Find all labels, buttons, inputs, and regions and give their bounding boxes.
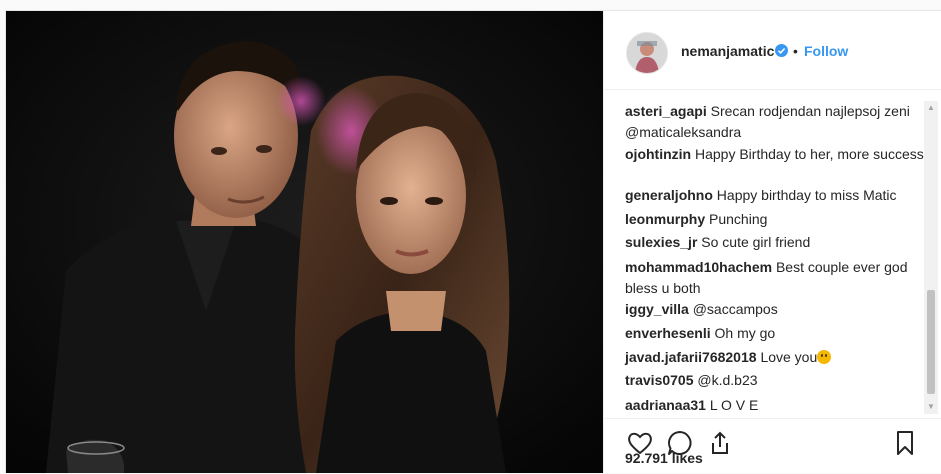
comment-text: Love you	[760, 349, 818, 365]
comment-username[interactable]: mohammad10hachem	[625, 259, 772, 275]
blushing-face-emoji-icon	[817, 350, 832, 364]
comment-item: mohammad10hachem Best couple ever god bl…	[625, 257, 925, 299]
comment-username[interactable]: ojohtinzin	[625, 146, 691, 162]
comment-username[interactable]: iggy_villa	[625, 301, 689, 317]
username-link[interactable]: nemanjamatic	[681, 43, 774, 59]
comments-list[interactable]: asteri_agapi Srecan rodjendan najlepsoj …	[604, 91, 941, 418]
comment-item: sulexies_jr So cute girl friend	[625, 232, 925, 253]
comment-text: Happy Birthday to her, more success	[694, 146, 924, 162]
separator-dot: •	[793, 43, 798, 59]
comment-item: leonmurphy Punching	[625, 209, 925, 230]
couple-photo	[6, 11, 603, 473]
comment-item: travis0705 @k.d.b23	[625, 370, 925, 391]
share-icon[interactable]	[706, 429, 734, 457]
comment-item: iggy_villa @saccampos	[625, 299, 925, 320]
comment-username[interactable]: leonmurphy	[625, 211, 705, 227]
comment-item: ojohtinzin Happy Birthday to her, more s…	[625, 144, 925, 165]
comment-username[interactable]: asteri_agapi	[625, 103, 707, 119]
comment-username[interactable]: aadrianaa31	[625, 397, 706, 413]
comment-username[interactable]: generaljohno	[625, 187, 713, 203]
comment-item: aadrianaa31 L O V E	[625, 395, 925, 416]
comment-text: Punching	[709, 211, 768, 227]
scroll-down-arrow-icon[interactable]: ▼	[924, 400, 938, 414]
comments-scrollbar[interactable]: ▲ ▼	[924, 101, 938, 414]
post-photo[interactable]	[6, 11, 603, 473]
follow-button[interactable]: Follow	[804, 43, 848, 59]
verified-badge-icon	[775, 44, 788, 57]
comment-item: javad.jafarii7682018 Love you	[625, 347, 925, 368]
comment-text[interactable]: @k.d.b23	[697, 372, 757, 388]
comment-item: generaljohno Happy birthday to miss Mati…	[625, 185, 925, 206]
likes-count[interactable]: 92.791 likes	[625, 450, 703, 466]
comment-text: So cute girl friend	[701, 234, 811, 250]
post-header: nemanjamatic • Follow	[604, 11, 941, 90]
bookmark-icon[interactable]	[891, 429, 919, 457]
scroll-up-arrow-icon[interactable]: ▲	[924, 101, 938, 115]
comment-item: enverhesenli Oh my go	[625, 323, 925, 344]
comment-username[interactable]: sulexies_jr	[625, 234, 697, 250]
comment-text: Happy birthday to miss Matic	[716, 187, 897, 203]
instagram-post: nemanjamatic • Follow asteri_agapi Sreca…	[5, 10, 941, 473]
comment-text: Oh my go	[714, 325, 776, 341]
comment-item: asteri_agapi Srecan rodjendan najlepsoj …	[625, 101, 925, 143]
comment-username[interactable]: javad.jafarii7682018	[625, 349, 757, 365]
post-sidebar: nemanjamatic • Follow asteri_agapi Sreca…	[603, 11, 941, 473]
comment-username[interactable]: travis0705	[625, 372, 694, 388]
comment-username[interactable]: enverhesenli	[625, 325, 711, 341]
scrollbar-thumb[interactable]	[927, 290, 935, 394]
comment-text: L O V E	[709, 397, 759, 413]
avatar[interactable]	[626, 32, 668, 74]
comment-text[interactable]: @saccampos	[693, 301, 778, 317]
